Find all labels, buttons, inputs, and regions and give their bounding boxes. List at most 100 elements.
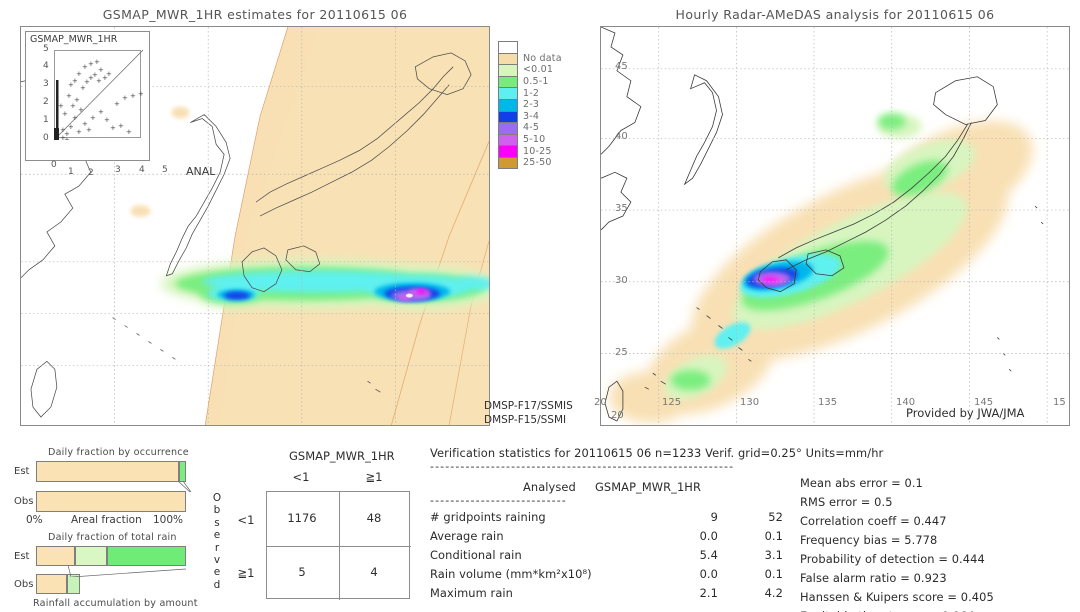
bar-segment (107, 546, 186, 566)
lon-label-135: 135 (818, 397, 838, 408)
legend-label: 4-5 (523, 122, 540, 134)
observed-letter: e (213, 529, 221, 542)
inset-xlabel-4: 4 (139, 165, 145, 175)
contingency-row-header-gte1: ≧1 (237, 566, 255, 580)
occurrence-axis-left: 0% (26, 514, 43, 526)
totalrain-chart-footer: Rainfall accumulation by amount (33, 598, 198, 609)
inset-xlabel-3: 3 (115, 165, 121, 175)
svg-text:+: + (106, 70, 112, 78)
svg-text:+: + (118, 122, 124, 130)
contingency-row-header-lt1: <1 (237, 513, 255, 527)
stat-row-model: 0.1 (764, 567, 783, 581)
contingency-cell-hit-00: 1176 (287, 511, 317, 525)
inset-xlabel-1: 1 (68, 167, 74, 177)
svg-text:+: + (66, 92, 72, 100)
legend-swatch (498, 156, 518, 169)
occurrence-obs-label: Obs (14, 496, 34, 507)
totalrain-est-bar (36, 546, 186, 566)
svg-text:+: + (98, 66, 104, 74)
contingency-cell-10: 5 (298, 565, 306, 579)
legend-label: 1-2 (523, 87, 540, 99)
legend-swatch (498, 122, 518, 134)
lon-label-130: 130 (740, 397, 760, 408)
scatter-inset[interactable]: GSMAP_MWR_1HR + + + + + + + + + + + + + + + + + + + +… (25, 31, 150, 161)
inset-xlabel-5: 5 (162, 165, 168, 175)
contingency-table: GSMAP_MWR_1HR <1 ≧1 O b s e r v e d <1 ≧… (200, 444, 420, 612)
stat-row-label: # gridpoints raining (430, 510, 546, 524)
legend-swatch (498, 75, 518, 88)
totalrain-obs-label: Obs (14, 579, 34, 590)
lat-label-30: 30 (615, 275, 628, 286)
svg-text:+: + (122, 94, 128, 102)
observed-letter: d (213, 578, 221, 591)
score-line: RMS error = 0.5 (800, 495, 893, 509)
verification-statistics: Verification statistics for 20110615 06 … (430, 444, 1080, 612)
svg-text:+: + (74, 96, 80, 104)
svg-text:+: + (138, 90, 143, 98)
provider-label: Provided by JWA/JMA (906, 406, 1025, 420)
observed-letter: e (213, 566, 221, 579)
right-map-render (601, 27, 1069, 425)
stat-row-label: Average rain (430, 529, 504, 543)
observed-letter: O (212, 492, 222, 504)
svg-text:+: + (68, 81, 74, 89)
stat-row-analysed: 0.0 (699, 567, 718, 581)
occurrence-connector (178, 481, 192, 493)
occurrence-chart-title: Daily fraction by occurrence (48, 447, 189, 458)
svg-text:+: + (86, 126, 92, 134)
legend-label: No data (523, 52, 562, 64)
legend-swatch (498, 52, 518, 65)
bar-segment (36, 574, 67, 594)
inset-ylabel-0: 0 (43, 133, 49, 143)
stat-row-label: Rain volume (mm*km²x10⁸) (430, 567, 592, 581)
inset-scatter-points: +++ +++ ++ + +++ +++ +++ +++ + ++ +++ +++ … (54, 50, 143, 140)
radar-amedas-map[interactable]: 45 40 35 30 25 20 Provided by JWA/JMA (600, 26, 1070, 426)
inset-ylabel-2: 2 (43, 97, 49, 107)
legend-label: <0.01 (523, 64, 554, 76)
bar-segment (75, 546, 107, 566)
svg-text:+: + (64, 136, 70, 140)
legend-label: 0.5-1 (523, 76, 549, 88)
inset-ylabel-5: 5 (43, 44, 49, 54)
lon-label-145: 145 (974, 397, 994, 408)
score-line: False alarm ratio = 0.923 (800, 571, 947, 585)
svg-text:+: + (114, 100, 120, 108)
legend-label: 10-25 (523, 145, 552, 157)
score-line: Hanssen & Kuipers score = 0.405 (800, 590, 994, 604)
observed-letter: r (214, 541, 220, 554)
bar-segment (36, 461, 179, 482)
svg-text:+: + (126, 128, 132, 136)
occurrence-est-bar (36, 461, 186, 482)
gsmap-estimate-map[interactable]: ANAL GSMAP_MWR_1HR + + + + + + + + + + + + + + + +… (20, 26, 490, 426)
svg-text:+: + (58, 102, 64, 110)
lat-label-40: 40 (615, 131, 628, 142)
inset-ylabel-1: 1 (43, 115, 49, 125)
lon-label-150: 15 (1053, 397, 1066, 408)
lat-label-45: 45 (615, 61, 628, 72)
svg-text:+: + (78, 106, 84, 114)
sensor-line-2: DMSP-F15/SSMI (484, 414, 567, 426)
totalrain-connector (67, 565, 187, 577)
legend-label: 25-50 (523, 157, 552, 169)
legend-item: 3-4 (498, 110, 562, 123)
legend-item: <0.01 (498, 64, 562, 76)
legend-swatch (498, 133, 518, 146)
svg-text:+: + (104, 116, 110, 124)
col-label-model: GSMAP_MWR_1HR (595, 480, 701, 494)
stat-row-label: Maximum rain (430, 586, 513, 600)
lat-label-35: 35 (615, 203, 628, 214)
legend-item: 1-2 (498, 87, 562, 99)
totalrain-obs-bar (36, 574, 80, 594)
legend-swatch (498, 110, 518, 123)
contingency-cell-01: 48 (366, 511, 382, 525)
legend-item: 10-25 (498, 145, 562, 157)
lon-label-20: 20 (594, 397, 607, 408)
inset-xlabel-2: 2 (88, 168, 94, 178)
bar-segment (36, 546, 75, 566)
lat-label-25: 25 (615, 347, 628, 358)
legend-swatch (498, 98, 518, 111)
anal-label: ANAL (186, 165, 216, 178)
score-line: Correlation coeff = 0.447 (800, 514, 947, 528)
score-line: Probability of detection = 0.444 (800, 552, 985, 566)
occurrence-obs-bar (36, 491, 186, 512)
